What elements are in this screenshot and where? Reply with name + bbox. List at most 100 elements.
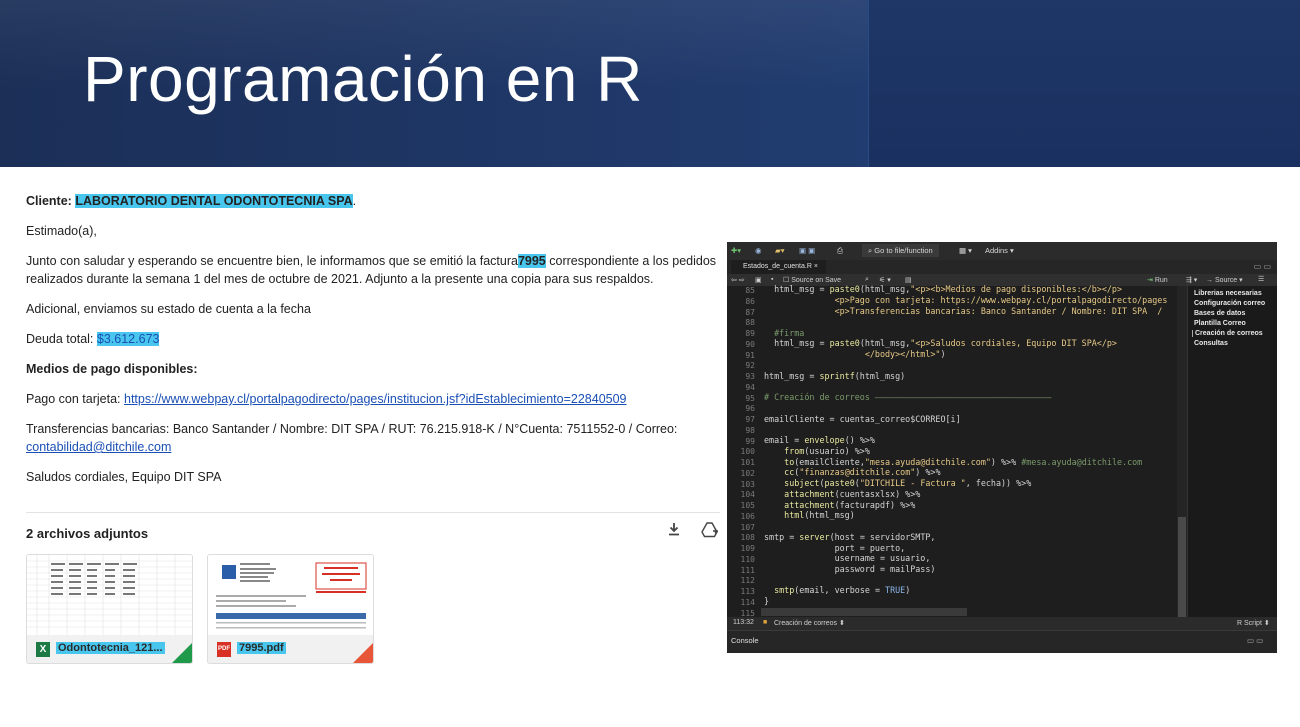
transfer-line: Transferencias bancarias: Banco Santande… [26,422,678,436]
add-to-drive-icon[interactable] [700,522,720,542]
banner-right-panel [868,0,1300,167]
code-line[interactable]: from(usuario) %>% [764,446,870,456]
outline-item[interactable]: Bases de datos [1194,310,1245,317]
open-file-icon[interactable]: ▰▾ [775,246,785,255]
save-editor-icon[interactable]: ▪ [771,276,773,283]
code-line[interactable]: port = puerto, [764,543,906,553]
line-number: 99 [745,436,755,446]
line-number: 91 [745,350,755,360]
body-line-1: Junto con saludar y esperando se encuent… [26,254,716,268]
code-line[interactable]: cc("finanzas@ditchile.com") %>% [764,467,940,477]
source-label: Source [1214,277,1238,284]
console-window-controls-icon[interactable]: ▭ ▭ [1247,636,1263,645]
line-number: 104 [740,490,755,500]
outline-item[interactable]: Consultas [1194,340,1228,347]
code-line[interactable]: </body></html>") [764,349,946,359]
source-button[interactable]: → Source ▾ [1206,276,1243,284]
line-number: 103 [740,479,755,489]
compile-icon[interactable]: ▤ [905,276,912,284]
line-number: 92 [745,361,755,371]
code-line[interactable]: attachment(cuentasxlsx) %>% [764,489,920,499]
line-number: 94 [745,382,755,392]
new-file-icon[interactable]: ✚▾ [731,246,741,255]
line-number: 101 [740,458,755,467]
code-line[interactable]: smtp(email, verbose = TRUE) [764,585,910,595]
source-on-save-checkbox[interactable]: ☐ Source on Save [783,276,841,284]
attachment-pdf[interactable]: PDF 7995.pdf [207,554,374,664]
attachment-corner [353,643,373,663]
attachments-title: 2 archivos adjuntos [26,526,149,541]
download-icon[interactable] [664,522,684,542]
console-label: Console [731,636,759,645]
code-line[interactable]: emailCliente = cuentas_correo$CORREO[i] [764,414,961,424]
run-button[interactable]: ⇥ Run [1147,276,1168,284]
open-project-icon[interactable]: ◉ [755,246,762,255]
body-line-1-pre: Junto con saludar y esperando se encuent… [26,254,518,268]
line-number: 113 [740,587,755,596]
line-number: 90 [745,339,755,349]
outline-item[interactable]: Configuración correo [1194,300,1265,307]
code-line[interactable]: html_msg = sprintf(html_msg) [764,371,905,381]
code-line[interactable]: email = envelope() %>% [764,435,875,445]
code-line[interactable]: to(emailCliente,"mesa.ayuda@ditchile.com… [764,457,1142,467]
line-number: 108 [740,533,755,543]
code-line[interactable]: #firma [764,328,804,338]
nav-arrows-icon[interactable]: ⇦ ⇨ [731,276,745,284]
code-line[interactable]: # Creación de correos ——————————————————… [764,392,1051,402]
code-line[interactable]: smtp = server(host = servidorSMTP, [764,532,935,542]
outline-item[interactable]: Plantilla Correo [1194,320,1246,327]
console-pane[interactable]: Console ▭ ▭ [727,630,1277,653]
code-line[interactable]: <p>Transferencias bancarias: Banco Santa… [764,306,1163,316]
line-number: 112 [740,576,755,586]
go-to-file-input[interactable]: ⌕ Go to file/function [862,244,939,257]
rerun-icon[interactable]: ⇶ ▾ [1186,276,1197,284]
code-line[interactable]: password = mailPass) [764,564,936,574]
line-number: 98 [745,425,755,435]
line-number: 114 [740,597,755,607]
grid-icon[interactable]: ▦ ▾ [959,246,972,255]
scrollbar-thumb[interactable] [1178,517,1186,617]
invoice-number: 7995 [517,254,546,268]
go-to-file-label: Go to file/function [874,246,933,255]
code-line[interactable]: html_msg = paste0(html_msg,"<p><b>Medios… [764,284,1122,294]
section-selector[interactable]: Creación de correos ⬍ [774,619,845,627]
body-line-1-post: correspondiente a los pedidos [549,254,717,268]
card-payment-link[interactable]: https://www.webpay.cl/portalpagodirecto/… [124,392,627,406]
attachment-filename: Odontotecnia_121... [56,642,165,654]
tab-estados-de-cuenta[interactable]: Estados_de_cuenta.R × [731,260,826,274]
card-line: Pago con tarjeta: https://www.webpay.cl/… [26,392,627,406]
section-icon: ■ [763,619,768,626]
code-line[interactable]: html(html_msg) [764,510,855,520]
addins-label: Addins [985,246,1008,255]
outline-item[interactable]: Librerias necesarias [1194,290,1262,297]
attachment-bar [208,635,373,663]
wand-icon[interactable]: ⚟ ▾ [879,276,891,284]
code-line[interactable]: <p>Pago con tarjeta: https://www.webpay.… [764,295,1168,305]
save-icon[interactable]: ▣ ▣ [799,246,815,255]
editor-horizontal-scrollbar[interactable] [761,608,967,616]
payment-heading: Medios de pago disponibles: [26,362,198,376]
code-line[interactable]: subject(paste0("DITCHILE - Factura ", fe… [764,478,1031,488]
show-in-window-icon[interactable]: ▣ [755,276,762,284]
spreadsheet-thumbnail [27,555,192,635]
code-line[interactable]: } [764,596,769,606]
filetype-selector[interactable]: R Script ⬍ [1237,619,1270,627]
print-icon[interactable]: ⎙ [837,246,843,256]
addins-menu[interactable]: Addins ▾ [985,246,1014,255]
code-line[interactable]: attachment(facturapdf) %>% [764,500,915,510]
attachment-xlsx[interactable]: X Odontotecnia_121... [26,554,193,664]
outline-toolbar: ⇶ ▾ → Source ▾ ☰ [1186,274,1277,286]
outline-item-active[interactable]: Creación de correos [1192,330,1263,337]
code-line[interactable]: html_msg = paste0(html_msg,"<p>Saludos c… [764,338,1117,348]
rstudio-window: ✚▾ ◉ ▰▾ ▣ ▣ ⎙ ⌕ Go to file/function ▦ ▾ … [727,242,1277,653]
window-controls-icon[interactable]: ▭ ▭ [1254,262,1271,271]
line-number: 105 [740,501,755,510]
line-number: 95 [745,393,755,403]
outline-toggle-icon[interactable]: ☰ [1258,275,1264,283]
code-line[interactable]: username = usuario, [764,553,931,563]
debt-value: $3.612.673 [96,332,160,346]
transfer-email-link[interactable]: contabilidad@ditchile.com [26,440,171,454]
attachment-filename: 7995.pdf [237,642,286,654]
pdf-thumbnail [208,555,373,635]
search-icon[interactable]: ⌕ [865,276,869,284]
